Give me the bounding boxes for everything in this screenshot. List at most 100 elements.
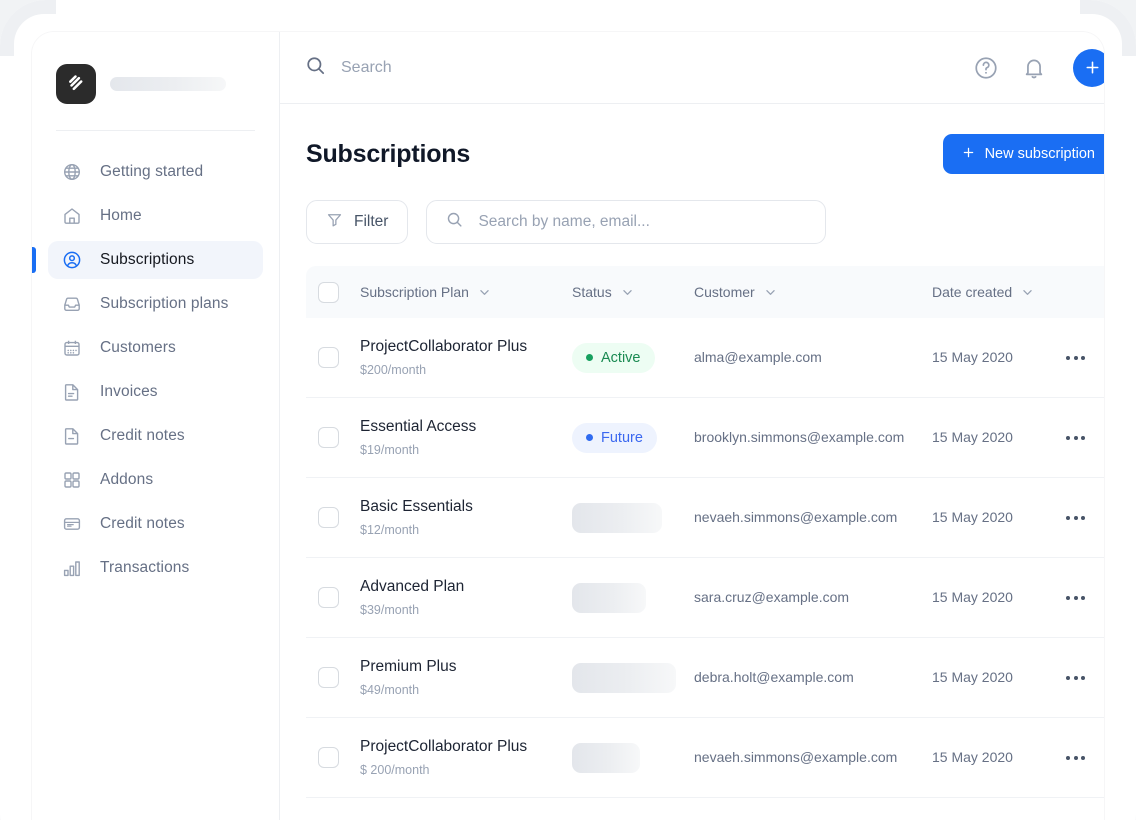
row-checkbox[interactable] [318, 587, 339, 608]
question-circle-icon[interactable] [973, 55, 999, 81]
sidebar-item-getting-started[interactable]: Getting started [48, 153, 263, 191]
status-placeholder [572, 662, 676, 693]
sidebar-item-subscription-plans[interactable]: Subscription plans [48, 285, 263, 323]
cell-status: Active [572, 342, 694, 373]
status-dot-icon [586, 354, 593, 361]
chevron-down-icon[interactable] [1021, 286, 1034, 299]
sidebar-item-subscriptions[interactable]: Subscriptions [48, 241, 263, 279]
customer-email: nevaeh.simmons@example.com [694, 508, 898, 525]
plan-name: ProjectCollaborator Plus [360, 338, 528, 356]
add-button[interactable] [1073, 48, 1104, 87]
topbar: Search [280, 32, 1104, 104]
row-checkbox[interactable] [318, 347, 339, 368]
sidebar-item-label: Invoices [100, 383, 158, 401]
row-more-menu-icon[interactable] [1060, 670, 1091, 686]
inbox-icon [62, 294, 82, 314]
row-more-menu-icon[interactable] [1060, 430, 1091, 446]
plan-price: $12/month [360, 522, 420, 537]
date-created: 15 May 2020 [932, 348, 1013, 365]
header-cell-plan[interactable]: Subscription Plan [360, 284, 572, 300]
sidebar-item-label: Credit notes [100, 515, 185, 533]
row-select-cell [318, 747, 360, 768]
new-subscription-button[interactable]: New subscription [942, 134, 1104, 174]
cell-customer: brooklyn.simmons@example.com [694, 429, 932, 447]
row-checkbox[interactable] [318, 667, 339, 688]
row-select-cell [318, 347, 360, 368]
status-label: Active [601, 349, 641, 366]
search-icon [304, 54, 327, 82]
cell-date: 15 May 2020 [932, 749, 1060, 767]
row-checkbox[interactable] [318, 507, 339, 528]
brand-row[interactable] [32, 36, 279, 104]
cell-date: 15 May 2020 [932, 589, 1060, 607]
table-row[interactable]: Premium Plus $49/month debra.holt@example.… [306, 638, 1104, 718]
sidebar-item-label: Customers [100, 339, 176, 357]
chevron-down-icon[interactable] [621, 286, 634, 299]
cell-date: 15 May 2020 [932, 509, 1060, 527]
cell-actions [1060, 350, 1091, 366]
sidebar-item-label: Getting started [100, 163, 204, 181]
row-more-menu-icon[interactable] [1060, 590, 1091, 606]
select-all-checkbox[interactable] [318, 281, 339, 303]
header-cell-customer[interactable]: Customer [694, 284, 932, 300]
sidebar-item-invoices[interactable]: Invoices [48, 373, 263, 411]
table-row[interactable]: Advanced Plan $39/month sara.cruz@example.… [306, 558, 1104, 638]
bar-chart-icon [62, 558, 82, 578]
sidebar-item-transactions[interactable]: Transactions [48, 549, 263, 587]
search-icon [445, 210, 464, 234]
customer-email: debra.holt@example.com [694, 668, 854, 685]
table-search-input[interactable] [478, 213, 808, 231]
cell-plan: Advanced Plan $39/month [360, 578, 572, 617]
cell-actions [1060, 430, 1091, 446]
cell-actions [1060, 750, 1091, 766]
plan-price: $200/month [360, 362, 427, 377]
global-search[interactable]: Search [304, 54, 973, 82]
row-more-menu-icon[interactable] [1060, 350, 1091, 366]
chevron-down-icon[interactable] [764, 286, 777, 299]
sidebar-item-credit-notes-2[interactable]: Credit notes [48, 505, 263, 543]
content-area: Subscriptions New subscription Filter Se… [280, 104, 1104, 820]
sidebar-item-customers[interactable]: Customers [48, 329, 263, 367]
cell-status [572, 742, 694, 773]
sidebar-nav: Getting started Home Subscriptions Subsc… [32, 153, 279, 587]
plan-name: Essential Access [360, 418, 477, 436]
sidebar-item-credit-notes[interactable]: Credit notes [48, 417, 263, 455]
cell-actions [1060, 510, 1091, 526]
row-more-menu-icon[interactable] [1060, 510, 1091, 526]
table-search[interactable] [426, 200, 827, 244]
user-circle-icon [62, 250, 82, 270]
plus-icon [1085, 61, 1099, 74]
status-label: Future [601, 429, 643, 446]
plus-icon [961, 145, 976, 164]
header-label: Date created [932, 284, 1013, 300]
header-cell-date[interactable]: Date created [932, 284, 1060, 300]
table-row[interactable]: Basic Essentials $12/month nevaeh.simmons@… [306, 478, 1104, 558]
plan-name: Advanced Plan [360, 578, 465, 596]
table-row[interactable]: Essential Access $19/month Future brooklyn.… [306, 398, 1104, 478]
row-select-cell [318, 667, 360, 688]
sidebar-item-home[interactable]: Home [48, 197, 263, 235]
table-row[interactable]: ProjectCollaborator Plus $ 200/month nevae… [306, 718, 1104, 798]
sidebar-item-label: Credit notes [100, 427, 185, 445]
chevron-down-icon[interactable] [478, 286, 491, 299]
sidebar-item-addons[interactable]: Addons [48, 461, 263, 499]
cell-customer: sara.cruz@example.com [694, 589, 932, 607]
sidebar-item-label: Transactions [100, 559, 190, 577]
row-checkbox[interactable] [318, 747, 339, 768]
row-more-menu-icon[interactable] [1060, 750, 1091, 766]
screen-root: Getting started Home Subscriptions Subsc… [0, 0, 1136, 820]
customer-email: brooklyn.simmons@example.com [694, 428, 905, 445]
header-label: Subscription Plan [360, 284, 469, 300]
app-logo-stripes-icon[interactable] [56, 64, 96, 104]
select-all-cell [318, 281, 360, 303]
row-checkbox[interactable] [318, 427, 339, 448]
bell-icon[interactable] [1021, 55, 1047, 81]
header-cell-status[interactable]: Status [572, 284, 694, 300]
table-body: ProjectCollaborator Plus $200/month Active… [306, 318, 1104, 798]
status-dot-icon [586, 434, 593, 441]
global-search-placeholder: Search [341, 58, 392, 76]
filter-button[interactable]: Filter [306, 200, 409, 244]
table-row[interactable]: ProjectCollaborator Plus $200/month Active… [306, 318, 1104, 398]
cell-status [572, 582, 694, 613]
row-select-cell [318, 427, 360, 448]
